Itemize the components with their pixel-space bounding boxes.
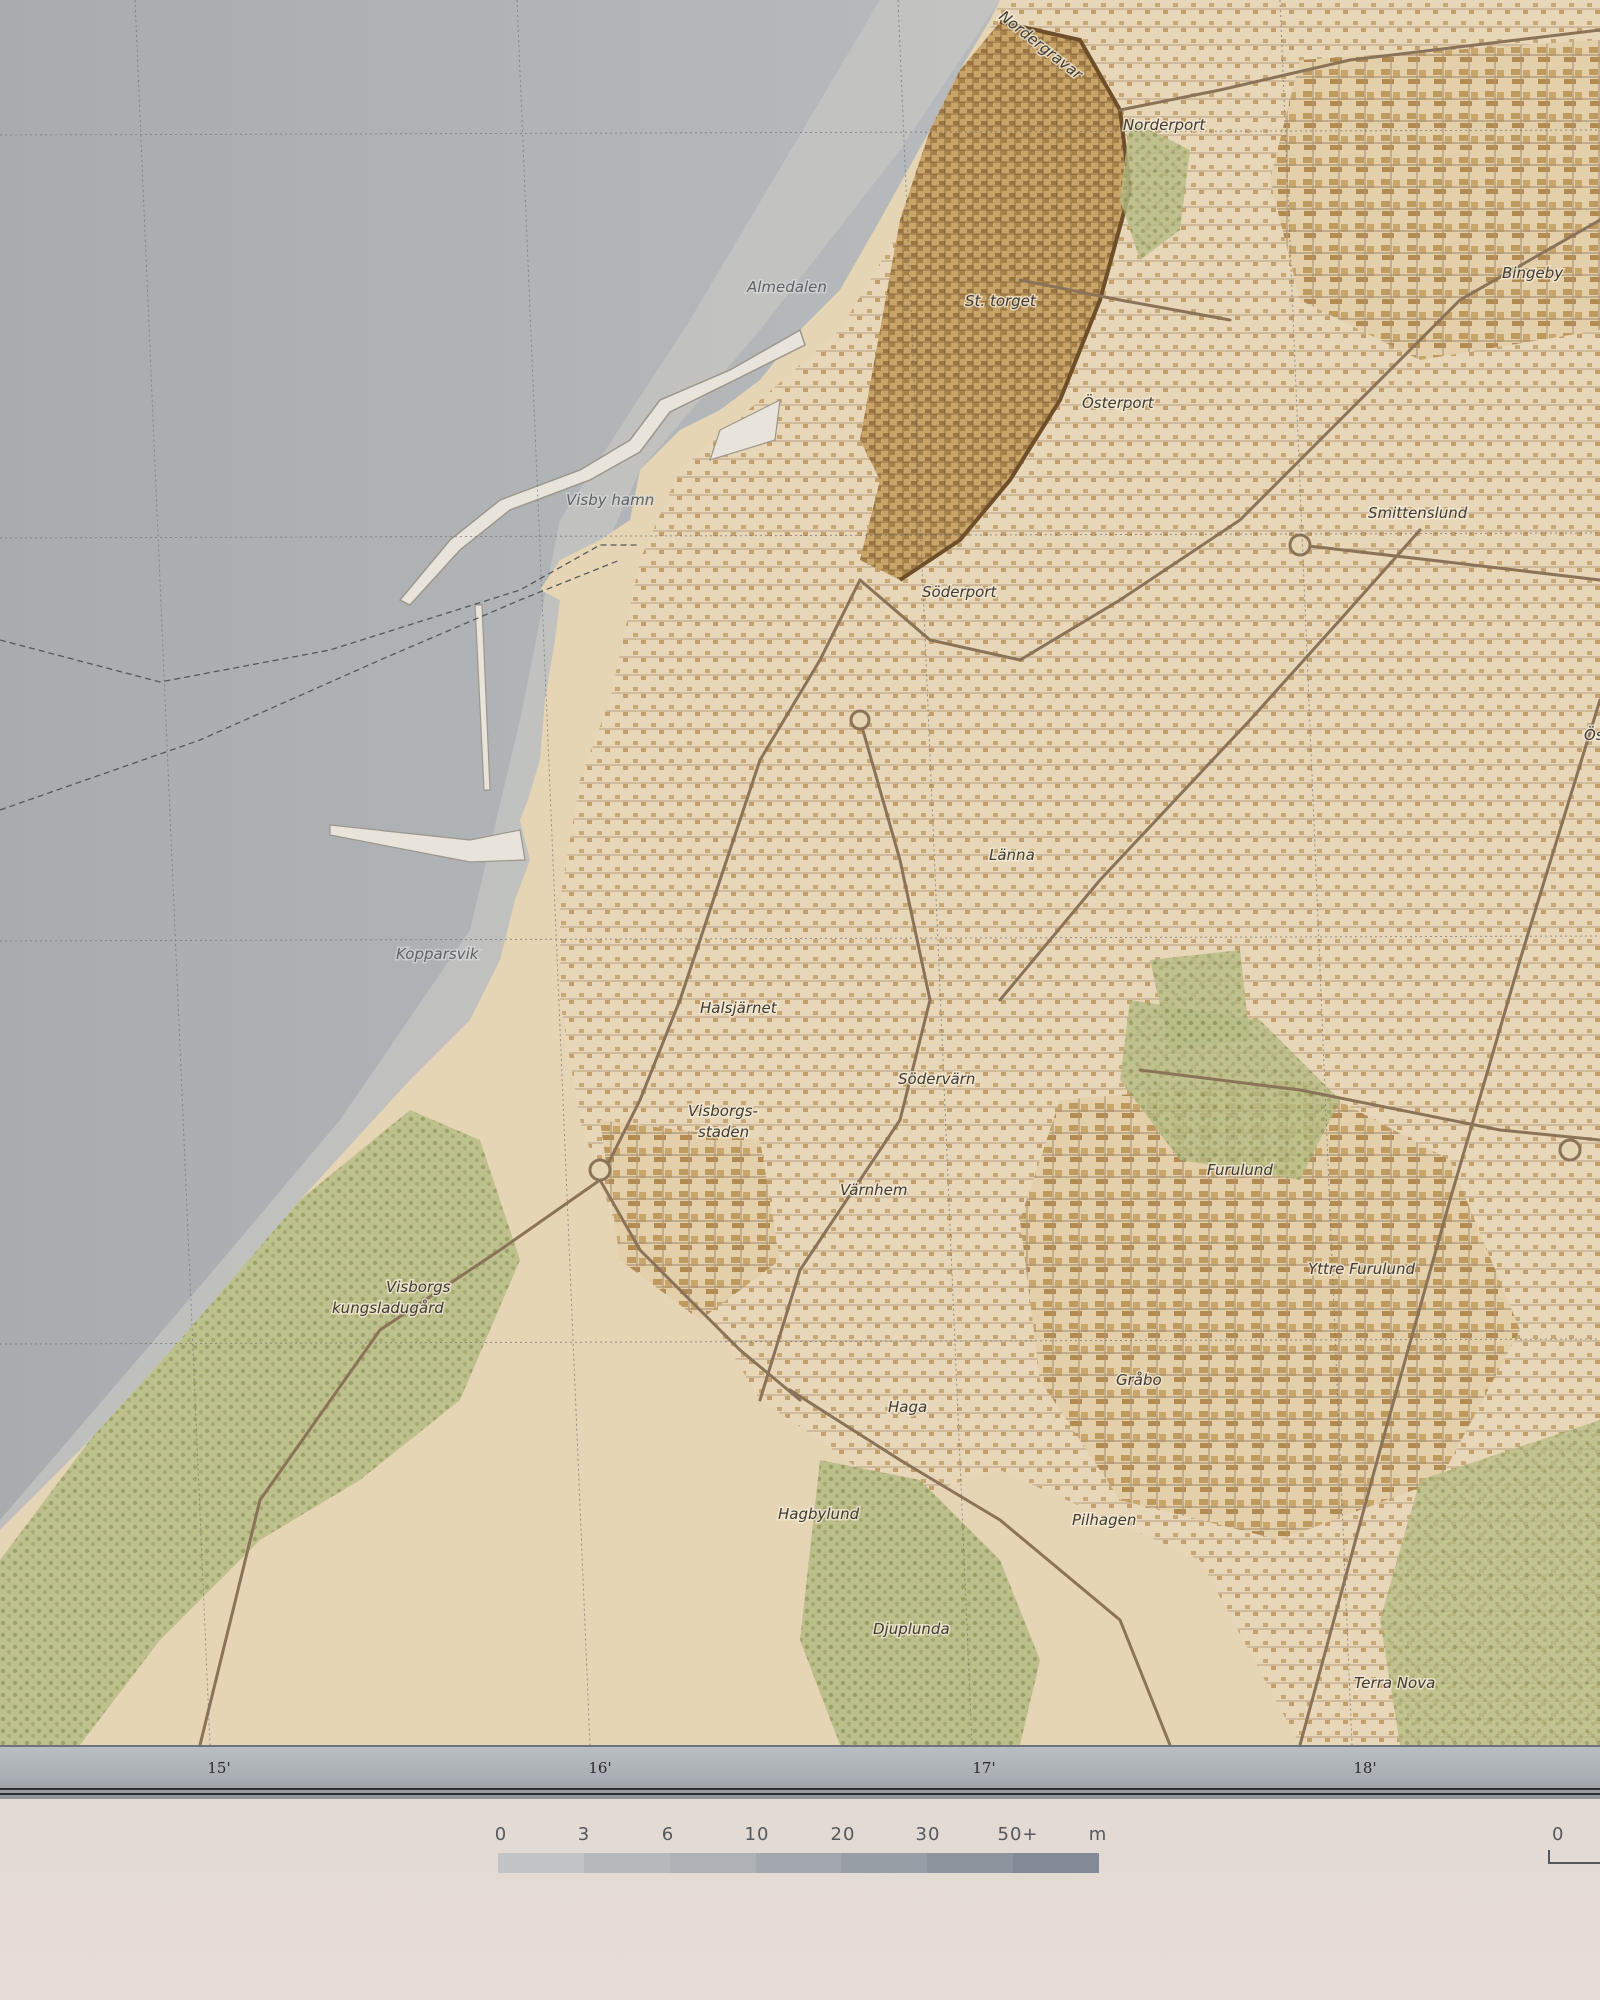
label-djuplunda: Djuplunda: [873, 1620, 950, 1638]
label-grabo: Gråbo: [1116, 1371, 1162, 1389]
label-almedalen: Almedalen: [746, 278, 827, 296]
depth-swatch-5: [927, 1853, 1014, 1873]
depth-legend: 0 3 6 10 20 30 50+ m 0: [0, 1800, 1600, 2000]
depth-label-3: 3: [577, 1824, 591, 1845]
depth-label-6: 6: [661, 1824, 675, 1845]
scale-bar-zero-label: 0: [1552, 1824, 1564, 1845]
tick-16: 16': [588, 1759, 612, 1777]
label-yttre-furulund: Yttre Furulund: [1308, 1260, 1415, 1278]
label-haga: Haga: [888, 1398, 927, 1416]
label-sodervarn: Södervärn: [898, 1070, 975, 1088]
label-smittenslund: Smittenslund: [1368, 504, 1468, 522]
depth-unit: m: [1088, 1824, 1108, 1845]
frame-rail-2: [0, 1793, 1600, 1795]
depth-swatch-4: [841, 1853, 928, 1873]
depth-swatch-3: [755, 1853, 842, 1873]
depth-label-10: 10: [744, 1824, 770, 1845]
label-visborgs-staden-2: staden: [698, 1123, 749, 1141]
depth-label-30: 30: [915, 1824, 941, 1845]
tick-15: 15': [207, 1759, 231, 1777]
label-kungsladugard: kungsladugård: [332, 1299, 444, 1317]
tick-17: 17': [972, 1759, 996, 1777]
label-visborgs: Visborgs: [386, 1278, 451, 1296]
map-area[interactable]: Nordergravar Norderport Bingeby Almedale…: [0, 0, 1600, 1745]
label-terra-nova: Terra Nova: [1354, 1674, 1435, 1692]
label-os: Ös: [1584, 725, 1600, 744]
label-osterport: Österport: [1082, 393, 1155, 412]
label-halsjarnet: Halsjärnet: [700, 999, 778, 1017]
frame-rail-1: [0, 1788, 1600, 1790]
label-lanna: Länna: [989, 846, 1035, 864]
label-hagbylund: Hagbylund: [778, 1505, 860, 1523]
label-bingeby: Bingeby: [1502, 264, 1564, 282]
scale-bar: [1548, 1850, 1600, 1864]
depth-swatch-1: [583, 1853, 670, 1873]
label-visborgs-staden-1: Visborgs-: [688, 1102, 758, 1120]
label-st-torget: St. torget: [965, 292, 1037, 310]
depth-swatch-2: [669, 1853, 756, 1873]
depth-label-20: 20: [830, 1824, 856, 1845]
label-furulund: Furulund: [1207, 1161, 1273, 1179]
map-canvas[interactable]: Nordergravar Norderport Bingeby Almedale…: [0, 0, 1600, 1745]
tick-18: 18': [1353, 1759, 1377, 1777]
label-kopparsvik: Kopparsvik: [396, 945, 480, 963]
depth-swatch-0: [498, 1853, 584, 1873]
label-varnhem: Värnhem: [840, 1181, 908, 1199]
depth-label-50plus: 50+: [997, 1824, 1039, 1845]
depth-color-bar: [498, 1853, 1100, 1873]
label-visby-hamn: Visby hamn: [566, 491, 654, 509]
label-soderport: Söderport: [922, 583, 997, 601]
label-norderport: Norderport: [1123, 116, 1206, 134]
label-pilhagen: Pilhagen: [1072, 1511, 1136, 1529]
graticule-frame: 15' 16' 17' 18': [0, 1745, 1600, 1799]
depth-swatch-6: [1013, 1853, 1100, 1873]
depth-label-0: 0: [494, 1824, 508, 1845]
